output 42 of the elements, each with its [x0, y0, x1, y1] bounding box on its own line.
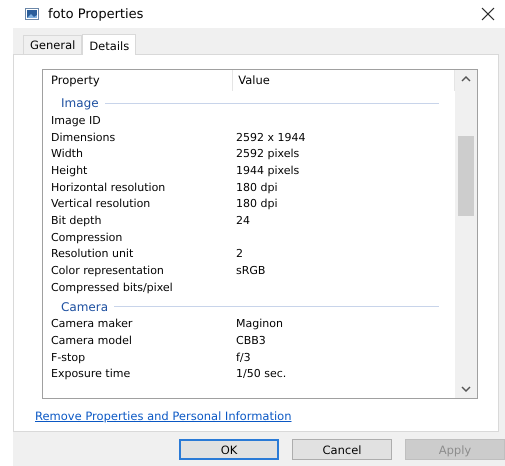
- group-heading: Image: [61, 96, 99, 110]
- property-name: Camera maker: [51, 317, 134, 330]
- property-name: Color representation: [51, 264, 165, 278]
- property-value: 2592 pixels: [235, 147, 300, 160]
- property-value: 180 dpi: [235, 180, 279, 194]
- dialog-button[interactable]: OK: [179, 439, 279, 460]
- scroll-thumb[interactable]: [458, 136, 474, 216]
- tab[interactable]: General: [23, 35, 82, 54]
- property-value: Maginon: [235, 317, 284, 330]
- property-name: Height: [51, 164, 88, 177]
- property-name: Image ID: [51, 114, 102, 127]
- property-name: Exposure time: [51, 367, 132, 380]
- property-name: Bit depth: [51, 214, 102, 227]
- property-value: 2: [235, 247, 244, 260]
- property-value: 2592 x 1944: [235, 130, 307, 144]
- property-name: Width: [51, 147, 84, 160]
- window-title: foto Properties: [48, 6, 144, 22]
- column-header[interactable]: Property: [51, 70, 234, 91]
- scrollbar[interactable]: [455, 70, 477, 398]
- property-value: CBB3: [235, 334, 267, 348]
- property-value: 180 dpi: [235, 197, 279, 210]
- scroll-up-icon[interactable]: [461, 76, 471, 82]
- property-value: f/3: [235, 350, 252, 364]
- property-value: 1944 pixels: [235, 164, 300, 177]
- remove-properties-link[interactable]: Remove Properties and Personal Information: [35, 409, 292, 423]
- property-name: Compression: [51, 230, 124, 244]
- property-value: 24: [235, 214, 252, 227]
- image-file-icon: [25, 8, 39, 20]
- close-icon[interactable]: [481, 7, 495, 21]
- property-name: Compressed bits/pixel: [51, 280, 174, 294]
- property-name: Dimensions: [51, 130, 116, 144]
- tab[interactable]: Details: [82, 34, 136, 55]
- property-name: F-stop: [51, 350, 86, 364]
- property-name: Vertical resolution: [51, 197, 152, 210]
- property-value: sRGB: [235, 264, 266, 278]
- property-name: Resolution unit: [51, 247, 134, 260]
- property-name: Camera model: [51, 334, 133, 348]
- dialog-button[interactable]: Cancel: [292, 439, 392, 460]
- property-name: Horizontal resolution: [51, 180, 166, 194]
- property-value: 1/50 sec.: [235, 367, 288, 380]
- scroll-down-icon[interactable]: [461, 386, 471, 392]
- group-heading: Camera: [61, 300, 108, 314]
